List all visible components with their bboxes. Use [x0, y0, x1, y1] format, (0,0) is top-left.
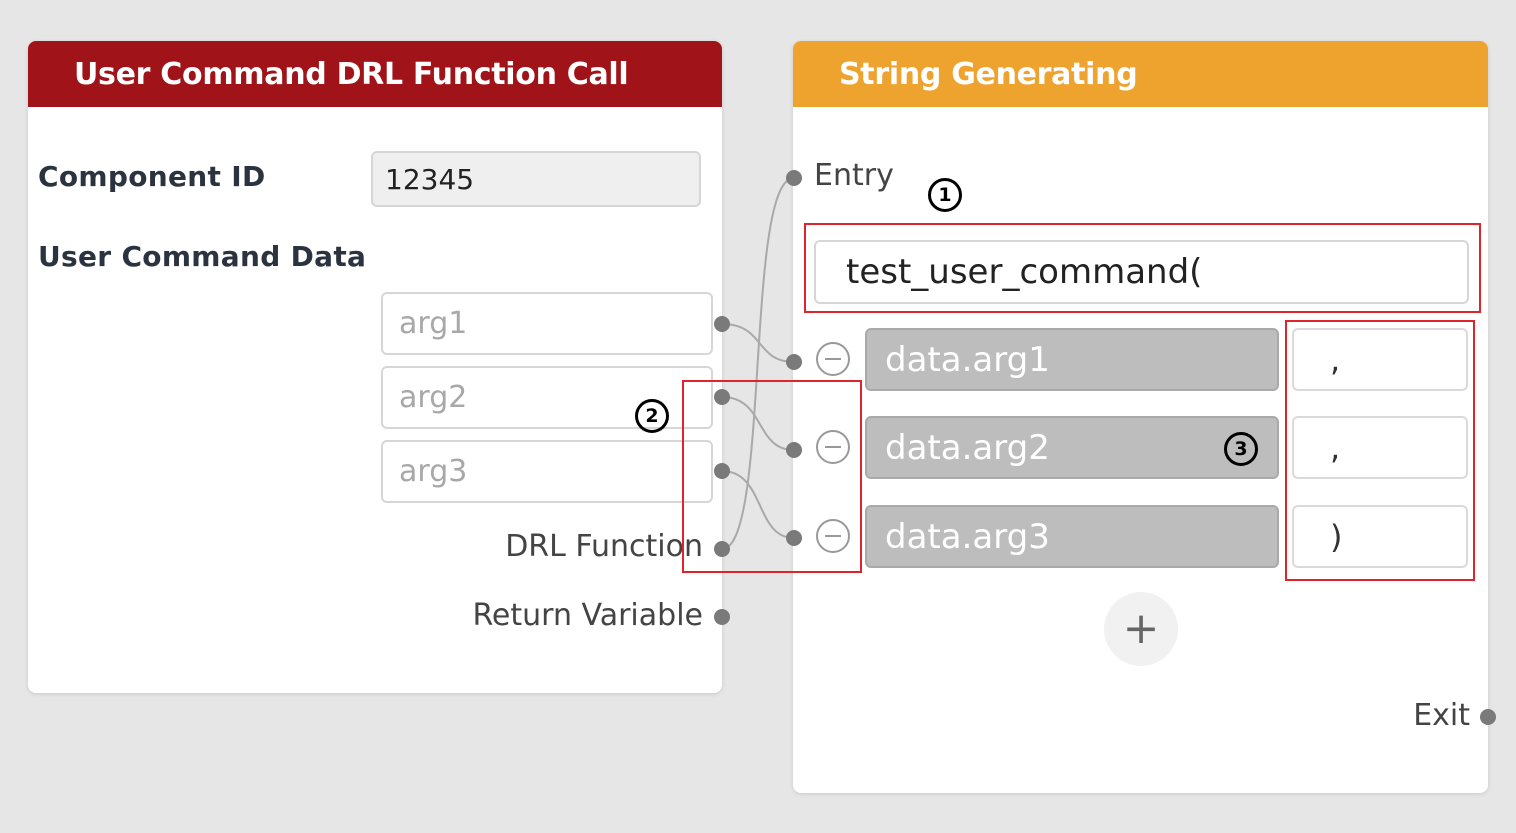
port-return-variable [714, 609, 730, 625]
highlight-box-2 [682, 380, 862, 573]
callout-3: 3 [1224, 432, 1258, 466]
callout-2: 2 [635, 399, 669, 433]
port-exit [1480, 709, 1496, 725]
port-entry [786, 170, 802, 186]
port-arg1-out [714, 316, 730, 332]
highlight-box-3 [1285, 320, 1475, 581]
callout-1: 1 [928, 178, 962, 212]
port-item1-in [786, 354, 802, 370]
highlight-box-1 [804, 223, 1481, 313]
